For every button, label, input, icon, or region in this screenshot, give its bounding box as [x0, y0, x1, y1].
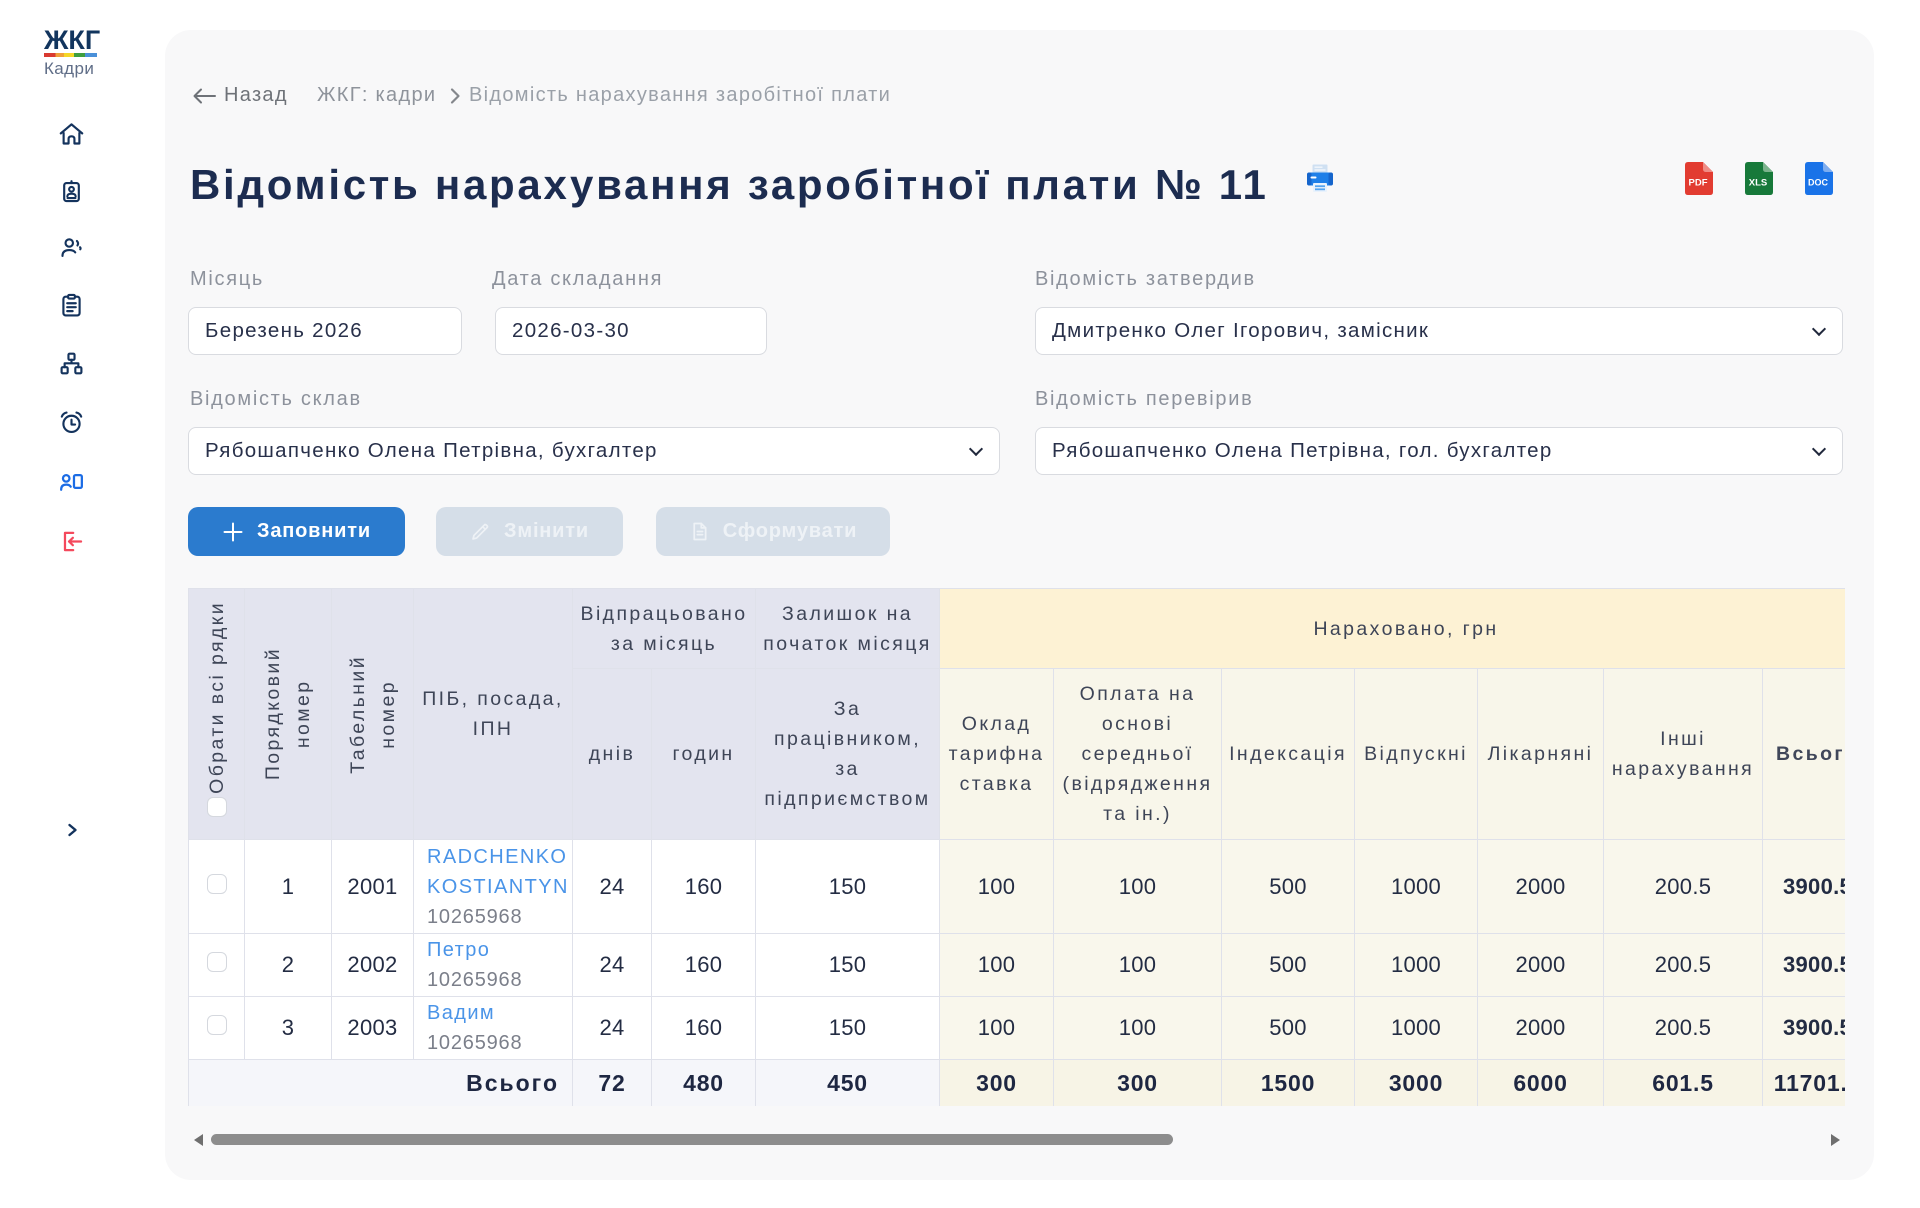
- svg-text:XLS: XLS: [1749, 178, 1767, 189]
- svg-text:PDF: PDF: [1689, 178, 1708, 189]
- svg-text:DOC: DOC: [1808, 178, 1829, 188]
